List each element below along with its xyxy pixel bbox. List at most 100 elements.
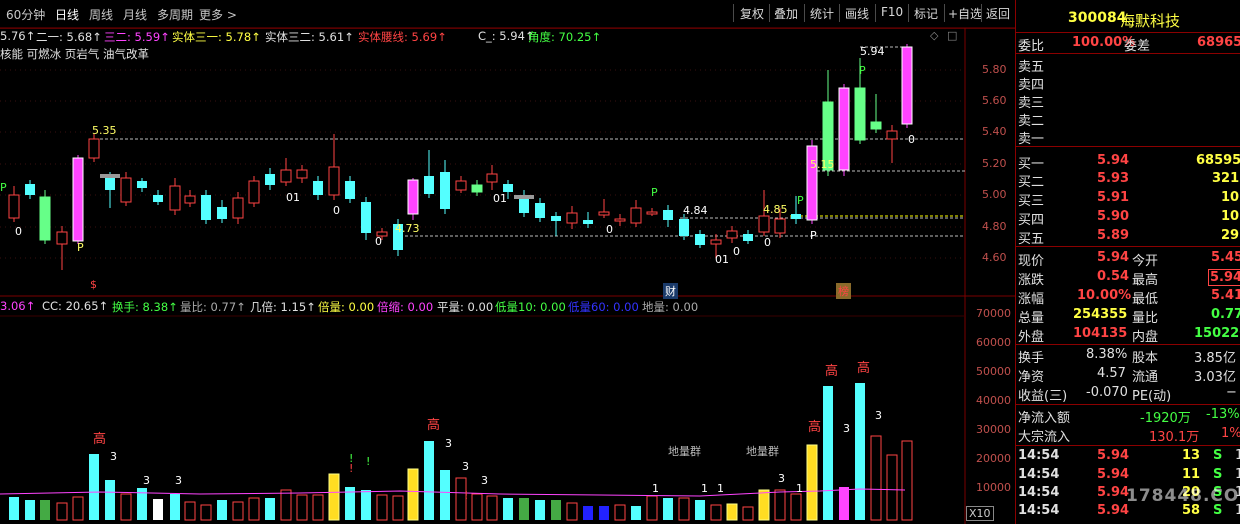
volume-bar [361, 490, 371, 520]
buy-2-row[interactable]: 买二 5.93 321 [1016, 170, 1240, 190]
kline-chart[interactable] [0, 0, 1015, 524]
candle-body [726, 230, 738, 239]
buy-4-row[interactable]: 买四 5.90 10 [1016, 208, 1240, 228]
three-marker: 3 [843, 422, 850, 435]
finance-marker[interactable]: 财 [663, 283, 678, 299]
candle-body [345, 181, 355, 199]
volume-bar [105, 480, 115, 520]
buy-3-row[interactable]: 买三 5.91 10 [1016, 189, 1240, 209]
volume-unit-badge[interactable]: X10 [966, 506, 994, 521]
quote-row-outer: 外盘 104135 内盘 150220 [1018, 326, 1240, 345]
candle-body [169, 185, 181, 211]
dragon-tiger-marker[interactable]: 榜 [836, 283, 851, 299]
volume-bar [823, 386, 833, 520]
candle-body [313, 181, 323, 195]
volume-bar [328, 473, 340, 521]
volume-bar [806, 444, 818, 521]
stock-name: 海默科技 [1120, 12, 1181, 30]
volume-bar [9, 497, 19, 520]
volume-bar [486, 495, 498, 521]
price-label-594: 5.94 [860, 45, 885, 58]
volume-bar [280, 489, 292, 521]
price-axis-label: 4.60 [982, 251, 1007, 264]
sell-4-row[interactable]: 卖四 [1016, 73, 1240, 93]
quote-row-price: 现价 5.94 今开 5.45 [1018, 250, 1240, 269]
dividend-marker[interactable]: $ [90, 278, 97, 291]
candle-body [265, 174, 275, 185]
high-volume-marker: 高 [93, 432, 107, 447]
buy-5-row[interactable]: 买五 5.89 29 [1016, 227, 1240, 247]
zero-marker: 0 [15, 225, 22, 238]
fund-row-eps: 收益(三) -0.070 PE(动) − [1018, 385, 1237, 404]
candle-body [455, 180, 467, 191]
candle-body [743, 234, 753, 241]
price-label-535: 5.35 [92, 124, 117, 137]
flow-row-block: 大宗流入 130.1万 1% [1018, 426, 1240, 445]
volume-bar [901, 440, 913, 521]
excl-marker: ! [366, 455, 371, 468]
volume-bar [742, 506, 754, 521]
price-label-485: 4.85 [763, 203, 788, 216]
volume-bar [89, 454, 99, 520]
candle-body [361, 202, 371, 233]
price-axis-label: 5.20 [982, 157, 1007, 170]
candle-body [679, 219, 689, 236]
volume-bar [695, 500, 705, 520]
volume-bar [407, 468, 419, 521]
buy-1-row[interactable]: 买一 5.94 68595 [1016, 152, 1240, 172]
zero-marker: 0 [606, 223, 613, 236]
candle-body [614, 218, 626, 222]
three-marker: 3 [875, 409, 882, 422]
price-axis-label: 5.80 [982, 63, 1007, 76]
sell-3-row[interactable]: 卖三 [1016, 91, 1240, 111]
excl-marker: ! [464, 489, 469, 502]
volume-bar [599, 506, 609, 520]
candle-body [153, 195, 163, 202]
candle-body [296, 169, 308, 179]
volume-bar [535, 500, 545, 520]
candle-body [248, 180, 260, 204]
zero-one-marker: 01 [493, 192, 507, 205]
p-marker: P [651, 186, 658, 199]
tick-row: 14:54 5.94 11 S 1 [1018, 467, 1240, 482]
one-marker: 1 [717, 482, 724, 495]
zero-marker: 0 [908, 133, 915, 146]
candle-body [886, 130, 898, 140]
volume-bar [710, 504, 722, 521]
candle-body [105, 178, 115, 190]
sell-1-row[interactable]: 卖一 [1016, 127, 1240, 147]
tick-row: 14:54 5.94 13 S 1 [1018, 448, 1240, 463]
candle-body [232, 197, 244, 219]
quote-row-volume: 总量 254355 量比 0.77 [1018, 307, 1240, 326]
sell-5-row[interactable]: 卖五 [1016, 55, 1240, 75]
candle-body [137, 181, 147, 188]
fund-row-turnover: 换手 8.38% 股本 3.85亿 [1018, 347, 1236, 366]
p-marker: P [0, 181, 7, 194]
volume-bar [184, 501, 196, 521]
candle-body [838, 87, 850, 171]
candle-body [710, 239, 722, 245]
volume-axis-label: 70000 [976, 307, 1011, 320]
candle-body [184, 195, 196, 204]
candle-body [56, 231, 68, 245]
candle-body [424, 176, 434, 194]
p-marker: P [797, 194, 804, 207]
volume-bar [663, 498, 673, 520]
volume-bar [678, 497, 690, 521]
price-label-515: 5.15 [810, 158, 835, 171]
volume-bar [296, 494, 308, 521]
candle-body [663, 210, 673, 220]
candle-body [630, 207, 642, 224]
p-marker: P [810, 229, 817, 242]
volume-bar [551, 500, 561, 520]
candle-body [503, 184, 513, 192]
candle-body [901, 46, 913, 125]
sell-2-row[interactable]: 卖二 [1016, 109, 1240, 129]
zero-one-marker: 01 [715, 253, 729, 266]
volume-bar [440, 470, 450, 520]
three-marker: 3 [445, 437, 452, 450]
quote-row-change: 涨跌 0.54 最高 5.94 [1016, 268, 1240, 288]
volume-bar [25, 500, 35, 520]
zero-marker: 0 [375, 235, 382, 248]
one-marker: 1 [701, 482, 708, 495]
